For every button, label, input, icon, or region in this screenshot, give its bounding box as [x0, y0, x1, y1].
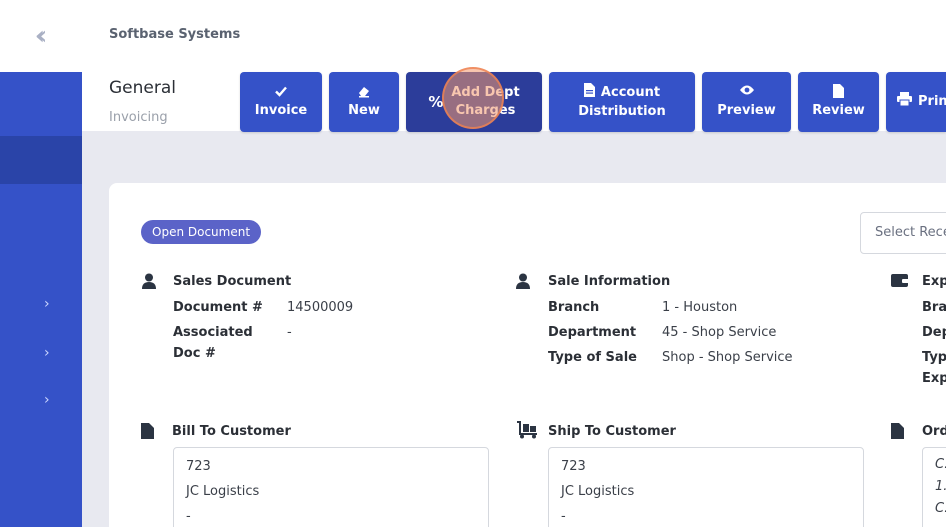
- file-icon: [833, 84, 844, 100]
- sidebar: › › ›: [0, 0, 82, 527]
- file-icon: [891, 423, 907, 439]
- ship-to-address-box: 723 JC Logistics -: [548, 447, 864, 527]
- department-value: 45 - Shop Service: [662, 325, 777, 340]
- add-dept-label-line1: Add Dept: [451, 85, 520, 101]
- dolly-icon: [516, 421, 537, 439]
- associated-doc-value: -: [287, 325, 292, 340]
- print-button-label: Prin: [918, 94, 946, 110]
- account-distribution-button[interactable]: Account Distribution: [549, 72, 695, 132]
- add-dept-label-line2: Charges: [455, 103, 516, 118]
- sidebar-item-active[interactable]: [0, 136, 82, 184]
- bill-to-line3: -: [186, 509, 191, 524]
- chevron-right-icon[interactable]: ›: [44, 393, 56, 407]
- review-button[interactable]: Review: [798, 72, 879, 132]
- file-icon: [141, 423, 157, 439]
- collapse-sidebar-icon[interactable]: ‹‹: [35, 23, 48, 49]
- third-section-title: Exp: [922, 274, 946, 289]
- branch-value: 1 - Houston: [662, 300, 738, 315]
- new-button[interactable]: New: [329, 72, 399, 132]
- wallet-icon: [891, 273, 909, 289]
- ship-to-title: Ship To Customer: [548, 424, 676, 439]
- associated-doc-label-line1: Associated: [173, 325, 253, 340]
- order-line2: 1.: [935, 479, 946, 494]
- bill-to-line2: JC Logistics: [186, 484, 260, 499]
- select-receipt-dropdown[interactable]: Select Rece: [860, 212, 946, 254]
- document-number-label: Document #: [173, 300, 263, 315]
- bill-to-address-box: 723 JC Logistics -: [173, 447, 489, 527]
- add-dept-charges-button[interactable]: % Add Dept Charges: [406, 72, 542, 132]
- account-label-line2: Distribution: [578, 104, 666, 119]
- printer-icon: [897, 92, 912, 112]
- chevron-right-icon[interactable]: ›: [44, 297, 56, 311]
- third-section-line4: Exp: [922, 371, 946, 386]
- eraser-icon: [357, 84, 371, 100]
- print-button[interactable]: Prin: [886, 72, 946, 132]
- third-section-line2: Dep: [922, 325, 946, 340]
- associated-doc-label-line2: Doc #: [173, 346, 216, 361]
- preview-button[interactable]: Preview: [702, 72, 791, 132]
- new-button-label: New: [348, 103, 380, 119]
- type-of-sale-label: Type of Sale: [548, 350, 637, 365]
- third-section-line1: Bra: [922, 300, 946, 315]
- bill-to-title: Bill To Customer: [172, 424, 291, 439]
- document-number-value: 14500009: [287, 300, 354, 315]
- ship-to-line2: JC Logistics: [561, 484, 635, 499]
- preview-button-label: Preview: [717, 103, 776, 119]
- invoice-button-label: Invoice: [254, 103, 308, 119]
- eye-icon: [739, 84, 755, 100]
- branch-label: Branch: [548, 300, 600, 315]
- order-line1: C.: [935, 457, 946, 472]
- bill-to-line1: 723: [186, 459, 211, 474]
- third-section-line3: Typ: [922, 350, 946, 365]
- check-icon: [274, 84, 288, 100]
- ship-to-line1: 723: [561, 459, 586, 474]
- sales-document-title: Sales Document: [173, 274, 292, 289]
- brand-name: Softbase Systems: [109, 27, 241, 42]
- department-label: Department: [548, 325, 637, 340]
- order-line3: C.: [935, 501, 946, 516]
- percent-icon: %: [428, 92, 444, 111]
- document-icon: [583, 83, 595, 103]
- sidebar-header: ‹‹: [0, 0, 82, 72]
- type-of-sale-value: Shop - Shop Service: [662, 350, 793, 365]
- status-badge: Open Document: [141, 220, 262, 244]
- document-card: Open Document Select Rece Sales Document…: [109, 183, 946, 527]
- page-title: General: [109, 78, 176, 98]
- sale-information-title: Sale Information: [548, 274, 671, 289]
- user-icon: [141, 273, 157, 289]
- user-icon: [515, 273, 531, 289]
- invoice-button[interactable]: Invoice: [240, 72, 322, 132]
- order-box: C. 1. C.: [922, 447, 946, 527]
- review-button-label: Review: [812, 103, 865, 119]
- ship-to-line3: -: [561, 509, 566, 524]
- top-bar: Softbase Systems: [82, 0, 946, 72]
- page-subtitle: Invoicing: [109, 110, 168, 125]
- order-title: Ord: [922, 424, 946, 439]
- account-label-line1: Account: [600, 85, 661, 101]
- chevron-right-icon[interactable]: ›: [44, 346, 56, 360]
